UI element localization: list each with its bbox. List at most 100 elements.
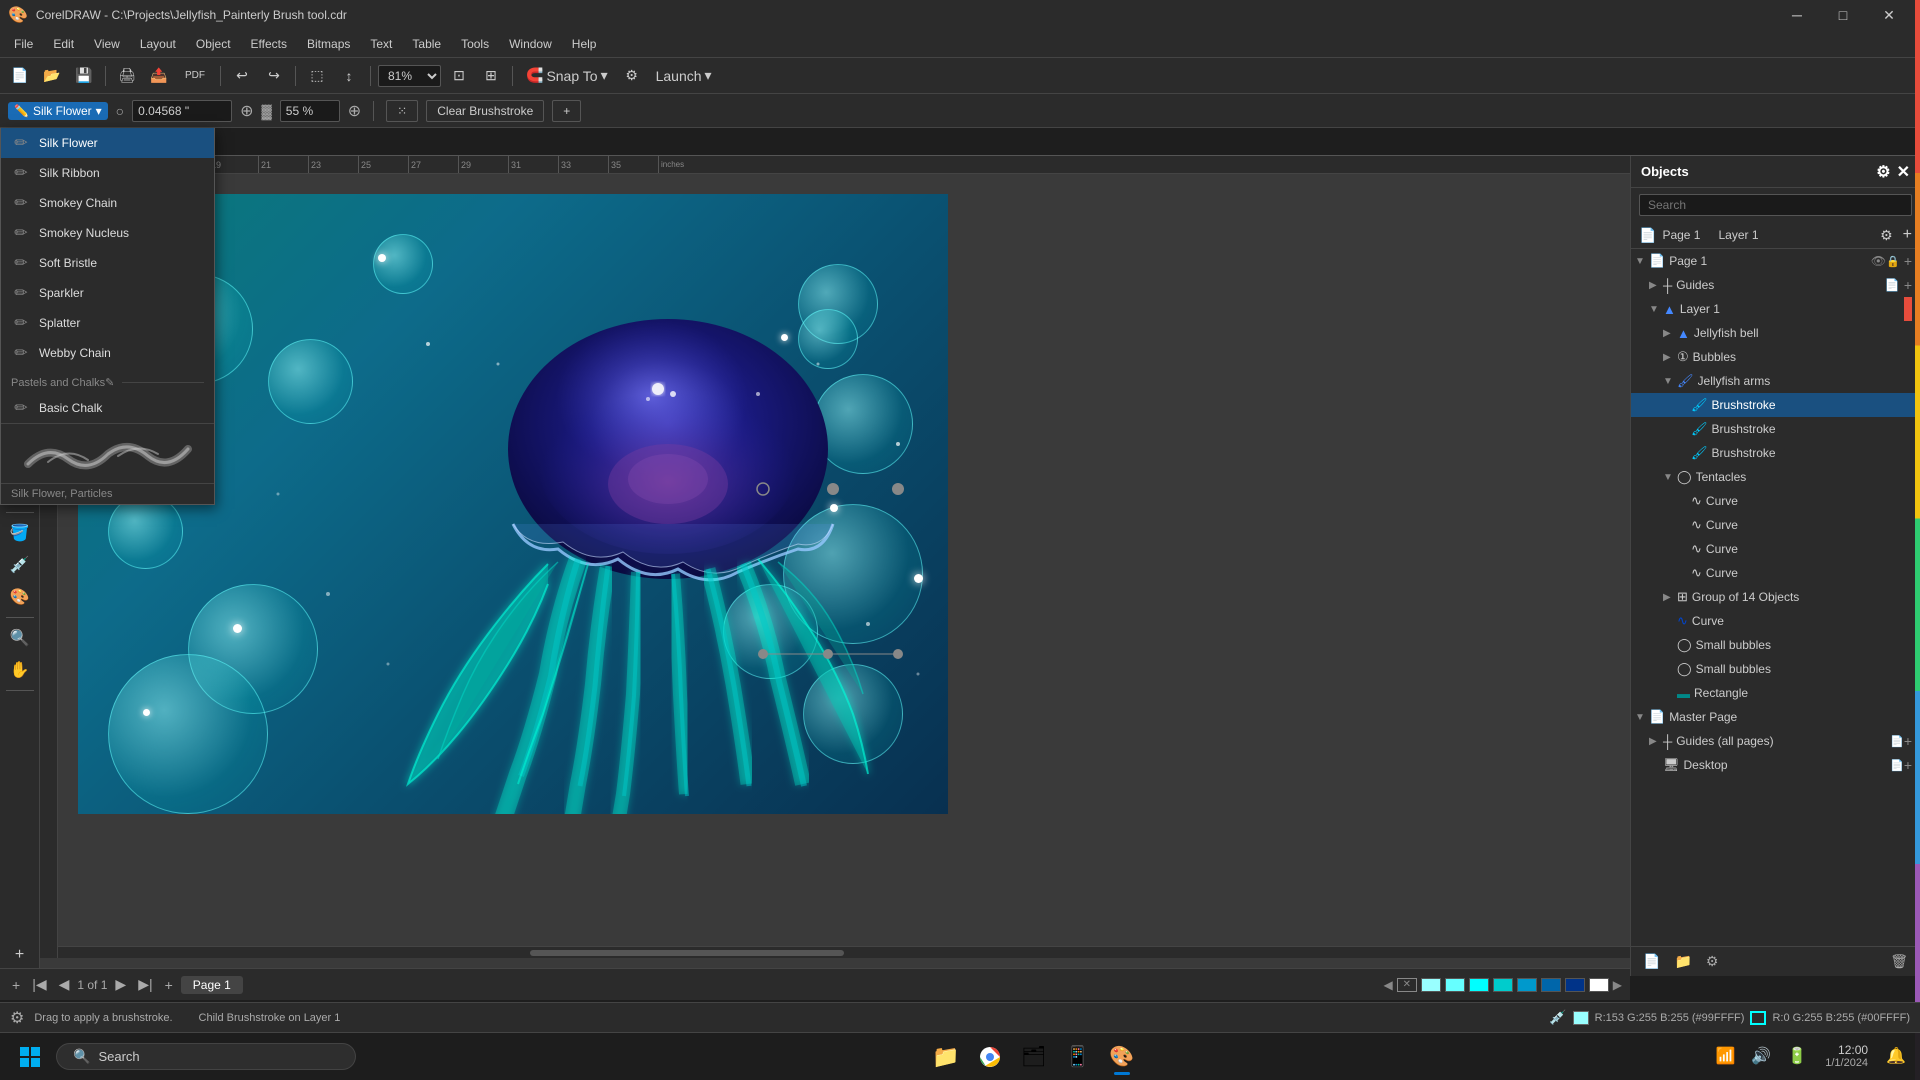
menu-text[interactable]: Text — [360, 33, 402, 55]
opacity-input[interactable] — [280, 100, 340, 122]
menu-edit[interactable]: Edit — [43, 33, 84, 55]
close-button[interactable]: ✕ — [1866, 0, 1912, 30]
settings-gear-icon[interactable]: ⚙ — [1880, 227, 1893, 244]
menu-object[interactable]: Object — [186, 33, 241, 55]
taskbar-coreldraw[interactable]: 🎨 — [1102, 1037, 1142, 1077]
dropdown-silk-flower[interactable]: ✏ Silk Flower — [1, 128, 214, 158]
horizontal-scrollbar[interactable] — [58, 946, 1630, 958]
tree-item-guides[interactable]: ▶ ┼ Guides 📄 + — [1631, 273, 1920, 297]
menu-tools[interactable]: Tools — [451, 33, 499, 55]
color-swatch-white[interactable] — [1589, 978, 1609, 992]
undo-button[interactable]: ↩ — [228, 62, 256, 90]
tree-item-tentacles[interactable]: ▼ ◯ Tentacles — [1631, 465, 1920, 489]
pan-tool[interactable]: ✋ — [3, 655, 37, 685]
tree-item-curve1[interactable]: ∿ Curve — [1631, 489, 1920, 513]
view-mode-button[interactable]: ⊞ — [477, 62, 505, 90]
tree-item-jellyfish-bell[interactable]: ▶ ▲ Jellyfish bell — [1631, 321, 1920, 345]
add-desktop[interactable]: + — [1904, 757, 1912, 773]
color-tool[interactable]: 🎨 — [3, 582, 37, 612]
prev-colors-button[interactable]: ◀ — [1384, 978, 1393, 992]
objects-search-input[interactable] — [1639, 194, 1912, 216]
settings-button[interactable]: ⚙ — [618, 62, 646, 90]
add-brushstroke-button[interactable]: + — [552, 100, 581, 122]
page-add-end-button[interactable]: + — [161, 975, 177, 995]
desktop-lock[interactable]: 📄 — [1890, 759, 1904, 772]
color-swatch-blue[interactable] — [1517, 978, 1537, 992]
tree-item-bubbles[interactable]: ▶ ① Bubbles — [1631, 345, 1920, 369]
color-swatch-cyan-med[interactable] — [1445, 978, 1465, 992]
canvas-area[interactable]: 13 15 17 19 21 23 25 27 29 31 33 35 inch… — [40, 156, 1630, 976]
menu-layout[interactable]: Layout — [130, 33, 186, 55]
clear-brushstroke-button[interactable]: Clear Brushstroke — [426, 100, 544, 122]
taskbar-chrome[interactable] — [970, 1037, 1010, 1077]
objects-settings-icon[interactable]: ⚙ — [1876, 162, 1890, 182]
color-swatch-teal[interactable] — [1493, 978, 1513, 992]
dropdown-soft-bristle[interactable]: ✏ Soft Bristle — [1, 248, 214, 278]
brush-selector[interactable]: ✏️ Silk Flower ▾ — [8, 102, 108, 120]
save-button[interactable]: 💾 — [70, 62, 98, 90]
new-group-button[interactable]: 📁 — [1670, 951, 1695, 972]
page-last-button[interactable]: ▶| — [134, 974, 156, 995]
guides-all-lock[interactable]: 📄 — [1890, 735, 1904, 748]
menu-bitmaps[interactable]: Bitmaps — [297, 33, 360, 55]
section-edit-icon[interactable]: ✎ — [105, 376, 114, 389]
obj-settings-button[interactable]: ⚙ — [1702, 951, 1723, 972]
color-swatch-dark-blue[interactable] — [1541, 978, 1561, 992]
visibility-icon-guides[interactable]: 📄 — [1885, 278, 1900, 292]
tree-item-brushstroke1[interactable]: 🖌 Brushstroke — [1631, 393, 1920, 417]
tree-item-curve2[interactable]: ∿ Curve — [1631, 513, 1920, 537]
print-button[interactable]: 🖨 — [113, 62, 141, 90]
dropdown-basic-chalk[interactable]: ✏ Basic Chalk — [1, 393, 214, 423]
h-scroll-thumb[interactable] — [530, 950, 844, 956]
brush-size-input[interactable] — [132, 100, 232, 122]
tree-item-master-page[interactable]: ▼ 📄 Master Page — [1631, 705, 1920, 729]
network-icon[interactable]: 📶 — [1711, 1042, 1739, 1070]
spray-mode-button[interactable]: ⁙ — [386, 100, 418, 122]
page-first-button[interactable]: |◀ — [28, 974, 50, 995]
maximize-button[interactable]: □ — [1820, 0, 1866, 30]
add-icon-page1[interactable]: + — [1904, 253, 1912, 269]
start-button[interactable] — [10, 1037, 50, 1077]
page-prev-button[interactable]: ◀ — [55, 974, 74, 995]
delete-obj-button[interactable]: 🗑 — [1886, 951, 1912, 972]
brush-size-spinner[interactable]: ⊕ — [240, 101, 253, 121]
dropdown-silk-ribbon[interactable]: ✏ Silk Ribbon — [1, 158, 214, 188]
dropdown-splatter[interactable]: ✏ Splatter — [1, 308, 214, 338]
eyedropper-tool[interactable]: 💉 — [3, 550, 37, 580]
menu-table[interactable]: Table — [402, 33, 451, 55]
launch-button[interactable]: Launch ▾ — [650, 62, 718, 90]
tree-item-desktop[interactable]: 🖥 Desktop 📄 + — [1631, 753, 1920, 777]
tree-item-brushstroke3[interactable]: 🖌 Brushstroke — [1631, 441, 1920, 465]
color-swatch-cyan[interactable] — [1469, 978, 1489, 992]
tree-item-curve3[interactable]: ∿ Curve — [1631, 537, 1920, 561]
menu-window[interactable]: Window — [499, 33, 562, 55]
opacity-add[interactable]: ⊕ — [348, 101, 361, 121]
dropdown-smokey-nucleus[interactable]: ✏ Smokey Nucleus — [1, 218, 214, 248]
zoom-select[interactable]: 81% 100% 50% — [378, 65, 441, 87]
add-tool[interactable]: + — [3, 940, 37, 970]
add-guides-all[interactable]: + — [1904, 733, 1912, 749]
fill-tool[interactable]: 🪣 — [3, 518, 37, 548]
redo-button[interactable]: ↪ — [260, 62, 288, 90]
tree-item-small-bubbles2[interactable]: ◯ Small bubbles — [1631, 657, 1920, 681]
new-layer-button[interactable]: 📄 — [1639, 951, 1664, 972]
zoom-tool[interactable]: 🔍 — [3, 623, 37, 653]
color-swatch-navy[interactable] — [1565, 978, 1585, 992]
dropdown-sparkler[interactable]: ✏ Sparkler — [1, 278, 214, 308]
notification-icon[interactable]: 🔔 — [1882, 1042, 1910, 1070]
taskbar-search[interactable]: 🔍 Search — [56, 1043, 356, 1070]
page-1-tab[interactable]: Page 1 — [181, 976, 243, 994]
color-swatch-cyan-light[interactable] — [1421, 978, 1441, 992]
menu-effects[interactable]: Effects — [241, 33, 297, 55]
tree-item-layer1[interactable]: ▼ ▲ Layer 1 — [1631, 297, 1920, 321]
snap-to-button[interactable]: 🧲 Snap To ▾ — [520, 62, 614, 90]
transform-button[interactable]: ↕ — [335, 62, 363, 90]
open-button[interactable]: 📂 — [38, 62, 66, 90]
add-icon-guides[interactable]: + — [1904, 277, 1912, 293]
add-layer-icon[interactable]: + — [1903, 226, 1912, 244]
next-colors-button[interactable]: ▶ — [1613, 978, 1622, 992]
taskbar-files[interactable]: 🗂 — [1014, 1037, 1054, 1077]
eyedropper-icon[interactable]: 💉 — [1549, 1009, 1566, 1026]
tree-item-jellyfish-arms[interactable]: ▼ 🖌 Jellyfish arms — [1631, 369, 1920, 393]
menu-view[interactable]: View — [84, 33, 130, 55]
